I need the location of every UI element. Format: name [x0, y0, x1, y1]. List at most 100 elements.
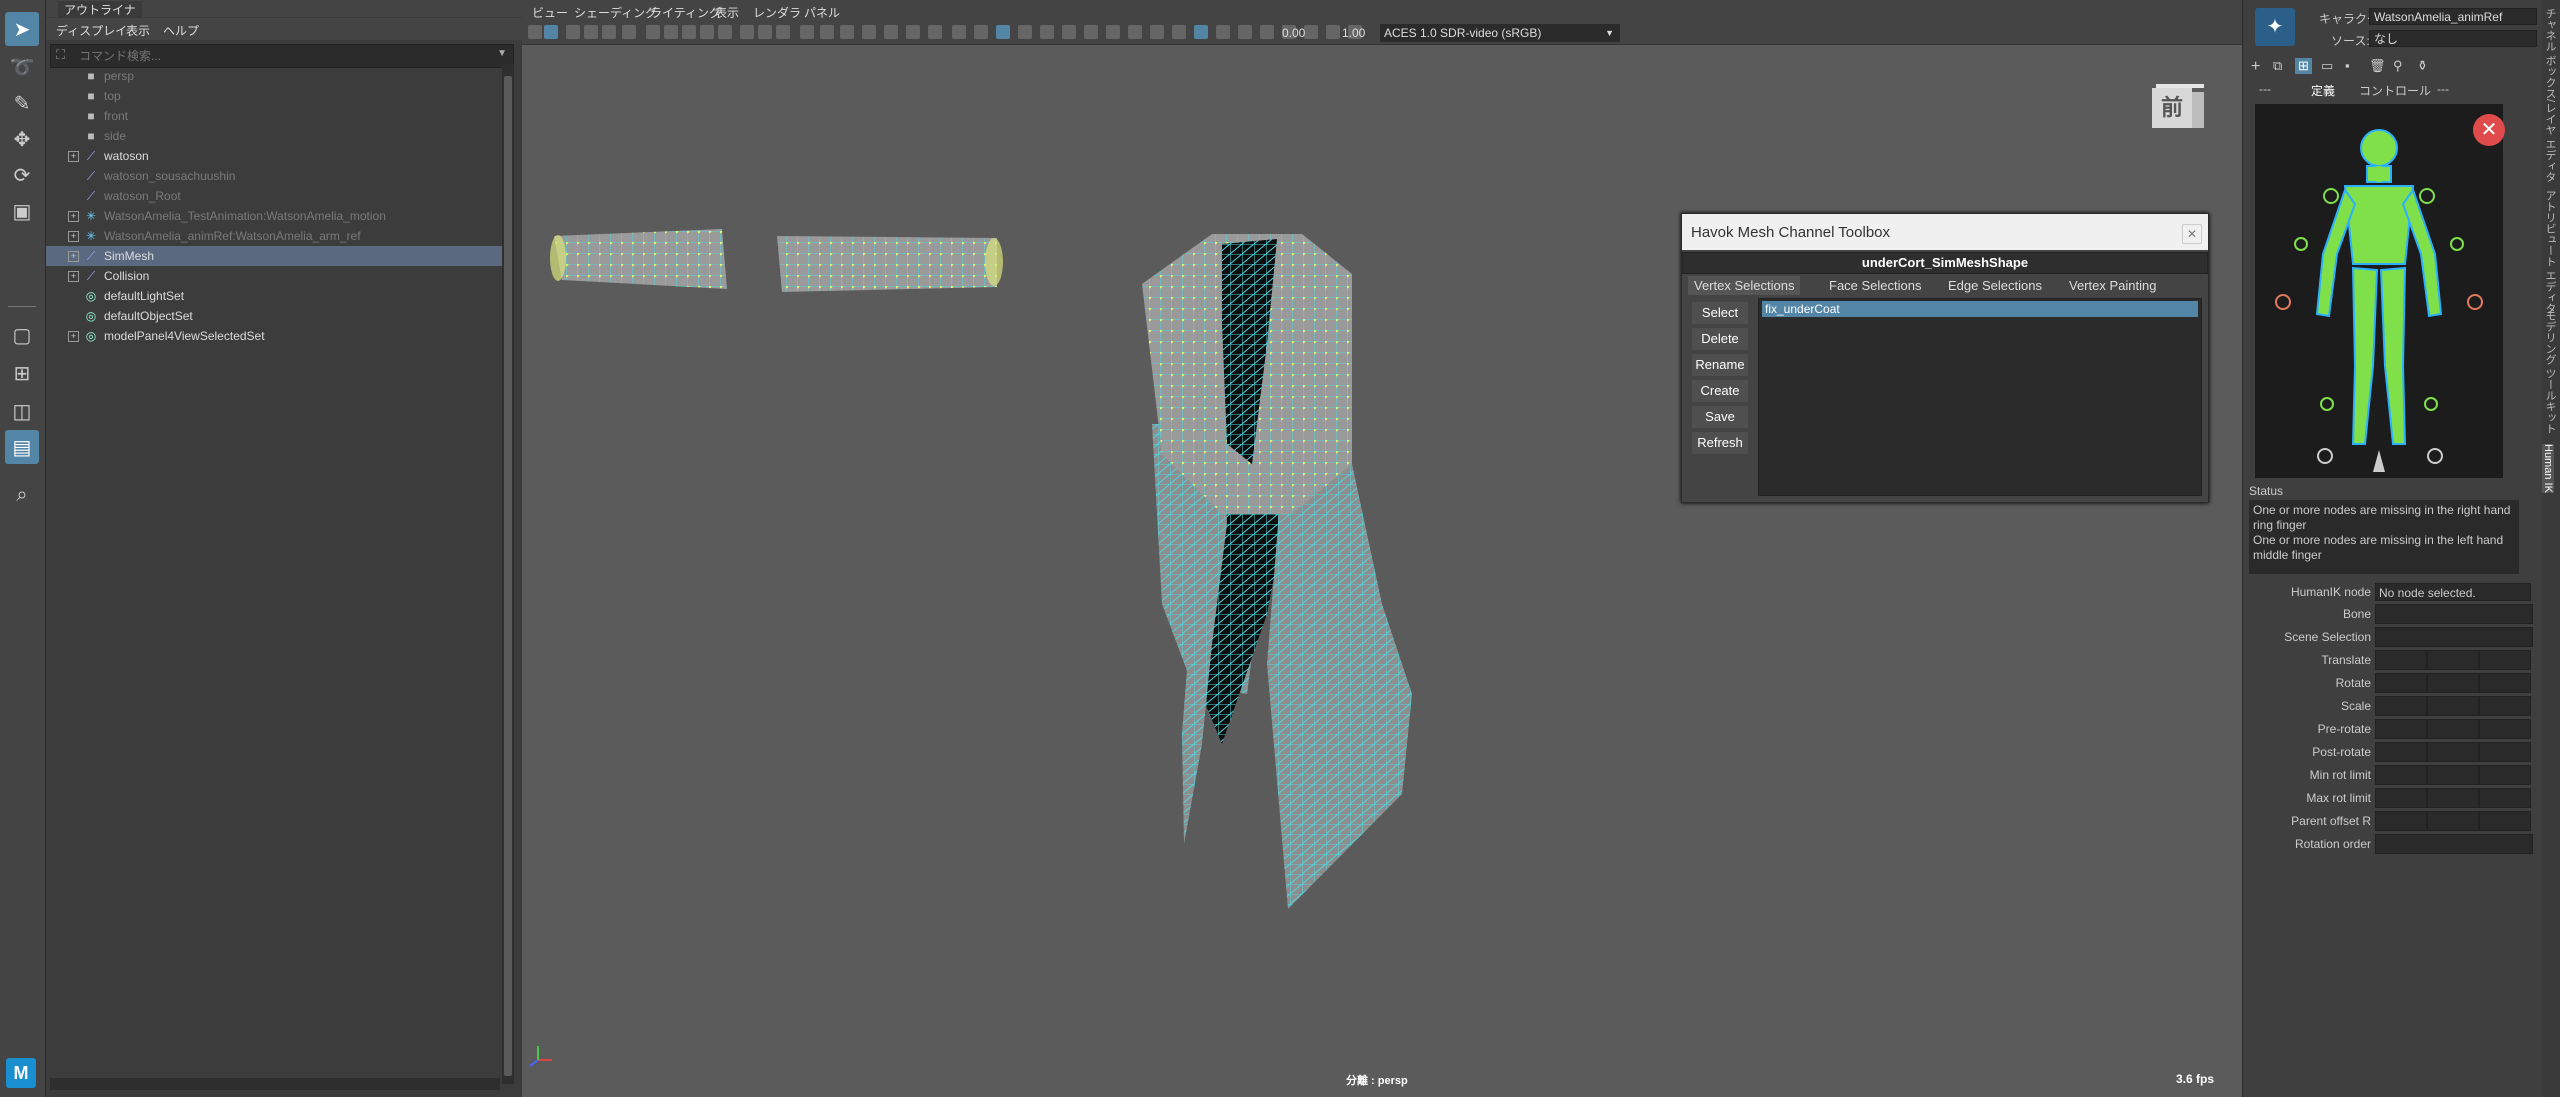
color-space-dropdown[interactable]: ACES 1.0 SDR-video (sRGB) ▼: [1380, 24, 1620, 42]
outliner-vscrollbar[interactable]: [502, 64, 514, 1084]
toolbar-button-icon[interactable]: [1040, 25, 1054, 39]
save-icon[interactable]: ▪: [2345, 58, 2350, 73]
add-icon[interactable]: +: [2251, 58, 2260, 76]
property-field[interactable]: [2375, 834, 2533, 854]
refresh-button[interactable]: Refresh: [1692, 432, 1748, 454]
property-field[interactable]: [2375, 673, 2427, 693]
toolbar-button-icon[interactable]: [584, 25, 598, 39]
toolbar-button-icon[interactable]: [1150, 25, 1164, 39]
property-field[interactable]: [2427, 650, 2479, 670]
outliner-tab[interactable]: アウトライナ: [58, 1, 142, 18]
property-field[interactable]: [2479, 673, 2531, 693]
expand-icon[interactable]: +: [68, 151, 79, 162]
toolbar-button-icon[interactable]: [996, 25, 1010, 39]
scroll-thumb[interactable]: [504, 76, 512, 1076]
save-button[interactable]: Save: [1692, 406, 1748, 428]
view-cube-side-face[interactable]: [2192, 92, 2204, 128]
menu-show[interactable]: 表示: [126, 22, 150, 39]
open-icon[interactable]: ▭: [2321, 58, 2333, 74]
outliner-row[interactable]: + ✳ WatsonAmelia_animRef:WatsonAmelia_arm_…: [46, 226, 502, 246]
outliner-row[interactable]: ◎ defaultObjectSet: [46, 306, 502, 326]
four-pane-layout-icon[interactable]: ⊞: [5, 356, 39, 390]
outliner-row[interactable]: ⟋ watoson_sousachuushin: [46, 166, 502, 186]
tab-vertex-painting[interactable]: Vertex Painting: [2063, 276, 2162, 295]
property-field[interactable]: [2375, 719, 2427, 739]
toolbar-button-icon[interactable]: [646, 25, 660, 39]
property-field[interactable]: [2427, 742, 2479, 762]
create-button[interactable]: Create: [1692, 380, 1748, 402]
toolbar-button-icon[interactable]: [622, 25, 636, 39]
rotate-tool-icon[interactable]: ⟳: [5, 158, 39, 192]
property-field[interactable]: [2427, 765, 2479, 785]
exposure-field[interactable]: 0.00: [1282, 25, 1312, 41]
toolbar-button-icon[interactable]: [906, 25, 920, 39]
scale-tool-icon[interactable]: ▣: [5, 194, 39, 228]
toolbar-button-icon[interactable]: [700, 25, 714, 39]
property-field[interactable]: [2375, 627, 2533, 647]
toolbar-button-icon[interactable]: [928, 25, 942, 39]
chevron-down-icon[interactable]: ▼: [497, 48, 507, 59]
toolbar-button-icon[interactable]: [862, 25, 876, 39]
outliner-hscrollbar[interactable]: [50, 1078, 500, 1090]
toolbar-button-icon[interactable]: [820, 25, 834, 39]
tab-controls[interactable]: コントロール: [2359, 82, 2431, 99]
sim-mesh-coat[interactable]: [550, 229, 1412, 909]
toolbar-button-icon[interactable]: [758, 25, 772, 39]
toolbar-button-icon[interactable]: [1106, 25, 1120, 39]
copy-icon[interactable]: ⧉: [2273, 58, 2282, 74]
toolbar-button-icon[interactable]: [740, 25, 754, 39]
viewport-canvas[interactable]: [522, 44, 2242, 1097]
outliner-row[interactable]: + ◎ modelPanel4ViewSelectedSet: [46, 326, 502, 346]
toolbar-button-icon[interactable]: [1216, 25, 1230, 39]
toolbar-button-icon[interactable]: [1194, 25, 1208, 39]
toolbar-button-icon[interactable]: [1128, 25, 1142, 39]
view-cube-front-face[interactable]: 前: [2152, 88, 2192, 128]
toolbar-button-icon[interactable]: [566, 25, 580, 39]
search-filter-icon[interactable]: ⛶: [56, 47, 65, 63]
close-icon[interactable]: ✕: [2473, 114, 2505, 146]
expand-icon[interactable]: +: [68, 231, 79, 242]
toolbar-button-icon[interactable]: [602, 25, 616, 39]
property-field[interactable]: [2427, 788, 2479, 808]
toolbar-button-icon[interactable]: [718, 25, 732, 39]
paint-select-tool-icon[interactable]: ✎: [5, 86, 39, 120]
expand-icon[interactable]: +: [68, 211, 79, 222]
toolbar-button-icon[interactable]: [1326, 25, 1340, 39]
chevron-down-icon[interactable]: ▼: [1605, 24, 1614, 42]
node-field[interactable]: No node selected.: [2375, 583, 2531, 601]
property-field[interactable]: [2479, 696, 2531, 716]
menu-lighting[interactable]: ライティング: [650, 4, 721, 21]
toolbar-button-icon[interactable]: [884, 25, 898, 39]
property-field[interactable]: [2479, 788, 2531, 808]
close-icon[interactable]: ✕: [2182, 224, 2202, 244]
character-definition-figure[interactable]: [2255, 104, 2503, 478]
gamma-field[interactable]: 1.00: [1342, 25, 1372, 41]
tab-definition[interactable]: 定義: [2311, 82, 2335, 99]
menu-shading[interactable]: シェーディング: [574, 4, 657, 21]
two-pane-layout-icon[interactable]: ◫: [5, 394, 39, 428]
character-dropdown[interactable]: WatsonAmelia_animRef: [2369, 8, 2537, 25]
source-dropdown[interactable]: なし: [2369, 30, 2537, 47]
outliner-row[interactable]: ⟋ watoson_Root: [46, 186, 502, 206]
menu-display[interactable]: ディスプレイ: [56, 22, 127, 39]
tab-vertex-selections[interactable]: Vertex Selections: [1688, 276, 1801, 295]
toolbar-button-icon[interactable]: [664, 25, 678, 39]
menu-help[interactable]: ヘルプ: [163, 22, 199, 39]
property-field[interactable]: [2479, 742, 2531, 762]
rename-button[interactable]: Rename: [1692, 354, 1748, 376]
menu-view[interactable]: ビュー: [532, 4, 568, 21]
toolbar-button-icon[interactable]: [952, 25, 966, 39]
tab-human-ik[interactable]: Human IK: [2542, 444, 2554, 493]
delete-icon[interactable]: 🗑: [2369, 58, 2386, 74]
outliner-row[interactable]: ■ persp: [46, 66, 502, 86]
property-field[interactable]: [2375, 604, 2533, 624]
outliner-row[interactable]: ■ top: [46, 86, 502, 106]
property-field[interactable]: [2479, 811, 2531, 831]
menu-renderer[interactable]: レンダラ: [753, 4, 801, 21]
select-tool-icon[interactable]: ➤: [5, 12, 39, 46]
search-icon[interactable]: ⌕: [5, 478, 39, 512]
expand-icon[interactable]: +: [68, 271, 79, 282]
lasso-tool-icon[interactable]: ➰: [5, 50, 39, 84]
tab-attribute-editor[interactable]: アトリビュート エディタ: [2542, 190, 2558, 314]
expand-icon[interactable]: +: [68, 251, 79, 262]
